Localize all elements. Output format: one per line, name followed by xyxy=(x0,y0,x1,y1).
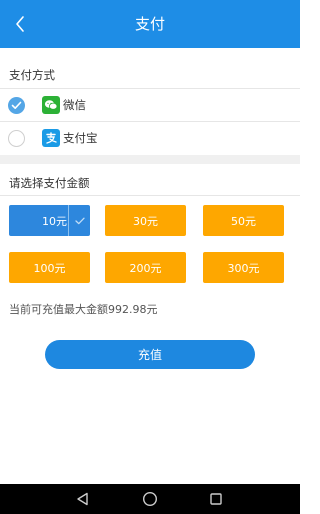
system-navbar xyxy=(0,484,300,514)
nav-recents-button[interactable] xyxy=(206,489,226,509)
payment-screen: 支付 支付方式 微信 支付宝 请选择支付金额 10元 30元 50元 100元 … xyxy=(0,0,300,514)
payment-method-label: 支付方式 xyxy=(9,68,55,82)
amount-label: 100元 xyxy=(33,261,66,275)
max-amount-note: 当前可充值最大金额992.98元 xyxy=(9,303,158,316)
amount-label: 10元 xyxy=(42,214,67,228)
amount-option-50[interactable]: 50元 xyxy=(203,205,284,236)
triangle-back-icon xyxy=(77,492,88,506)
amount-option-30[interactable]: 30元 xyxy=(105,205,186,236)
square-recents-icon xyxy=(210,493,222,505)
amount-label: 300元 xyxy=(227,261,260,275)
amount-option-200[interactable]: 200元 xyxy=(105,252,186,283)
alipay-label: 支付宝 xyxy=(63,131,98,145)
circle-home-icon xyxy=(142,491,158,507)
divider xyxy=(0,195,300,196)
amount-option-300[interactable]: 300元 xyxy=(203,252,284,283)
section-spacer xyxy=(0,155,300,164)
amount-label: 200元 xyxy=(129,261,162,275)
page-title: 支付 xyxy=(134,15,165,33)
amount-option-100[interactable]: 100元 xyxy=(9,252,90,283)
selected-indicator xyxy=(68,205,90,236)
amount-section-label: 请选择支付金额 xyxy=(9,176,90,190)
payment-option-wechat[interactable]: 微信 xyxy=(0,89,300,121)
amount-label: 30元 xyxy=(133,214,158,228)
nav-home-button[interactable] xyxy=(140,489,160,509)
checkmark-icon xyxy=(11,101,22,109)
payment-option-alipay[interactable]: 支付宝 xyxy=(0,122,300,154)
nav-back-button[interactable] xyxy=(73,489,93,509)
amount-option-10[interactable]: 10元 xyxy=(9,205,90,236)
radio-checked[interactable] xyxy=(8,96,25,114)
checkmark-icon xyxy=(74,217,85,224)
app-header: 支付 xyxy=(0,0,300,48)
wechat-icon xyxy=(42,96,60,114)
alipay-icon xyxy=(42,129,60,147)
wechat-label: 微信 xyxy=(63,98,86,112)
recharge-button[interactable]: 充值 xyxy=(45,340,255,369)
amount-label: 50元 xyxy=(231,214,256,228)
radio-unchecked[interactable] xyxy=(8,129,25,147)
